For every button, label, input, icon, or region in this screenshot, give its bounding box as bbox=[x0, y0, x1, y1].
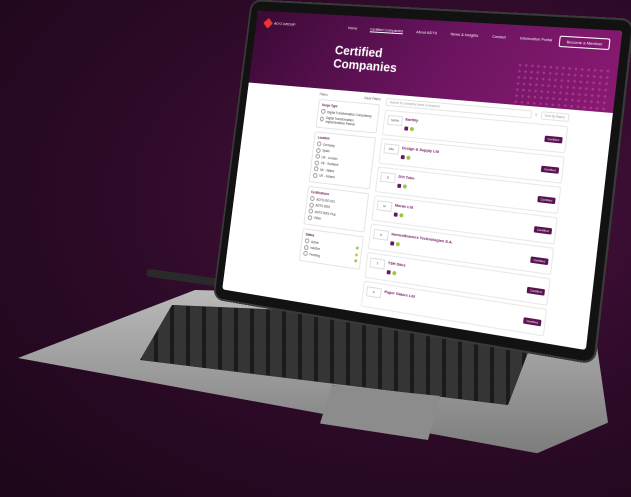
filter-group-status: Status Active Inactive Pending bbox=[298, 228, 364, 270]
cert-icon bbox=[404, 126, 409, 131]
company-logo: DSL bbox=[383, 143, 400, 155]
company-name[interactable]: Paper Galore Ltd bbox=[384, 289, 415, 299]
checkbox[interactable] bbox=[309, 202, 315, 208]
option-label: Pending bbox=[309, 252, 321, 258]
checkbox[interactable] bbox=[307, 214, 313, 220]
nav-home[interactable]: Home bbox=[347, 25, 358, 31]
filter-group-scope: Scope Type Digital Transformation Consul… bbox=[315, 98, 381, 134]
company-name[interactable]: Moran Ltd bbox=[395, 202, 414, 209]
cert-icon bbox=[393, 212, 398, 217]
company-logo: D bbox=[379, 171, 397, 184]
cert-icons bbox=[397, 183, 408, 189]
cert-icon bbox=[400, 155, 405, 160]
company-name[interactable]: DVI Tube bbox=[398, 174, 415, 181]
status-icon bbox=[402, 184, 408, 189]
checkbox[interactable] bbox=[312, 172, 318, 178]
filter-group-certifications: Certifications ADTS ISO 001 ADTS 9001 AD… bbox=[303, 185, 370, 233]
checkbox[interactable] bbox=[303, 250, 309, 257]
checkbox[interactable] bbox=[314, 159, 320, 166]
option-label: Active bbox=[310, 239, 319, 245]
cert-icons bbox=[386, 270, 397, 276]
option-label: UK - Ireland bbox=[319, 173, 335, 180]
certified-badge[interactable]: Certified bbox=[529, 256, 549, 266]
company-list: Search by company name or keyword ⚲ Sort… bbox=[360, 98, 570, 340]
checkbox[interactable] bbox=[320, 108, 326, 114]
cert-icon bbox=[390, 241, 395, 246]
status-dot-icon bbox=[354, 259, 358, 263]
become-member-button[interactable]: Become a Member bbox=[558, 35, 611, 50]
display: AD'O GROUP Home Certified Companies Abou… bbox=[222, 10, 623, 351]
checkbox[interactable] bbox=[313, 166, 319, 172]
status-icon bbox=[406, 155, 411, 160]
status-dot-icon bbox=[354, 252, 359, 257]
company-name[interactable]: Design & Supply Ltd bbox=[402, 145, 440, 154]
checkbox[interactable] bbox=[308, 208, 314, 214]
certified-badge[interactable]: Certified bbox=[540, 165, 560, 174]
company-logo: H bbox=[372, 228, 389, 241]
company-name[interactable]: Earthly bbox=[405, 117, 418, 123]
company-logo: SATIN bbox=[386, 114, 404, 127]
cert-icons bbox=[390, 241, 400, 247]
laptop-mockup: AD'O GROUP Home Certified Companies Abou… bbox=[0, 0, 631, 497]
certified-badge[interactable]: Certified bbox=[544, 135, 563, 144]
clear-filters-link[interactable]: Clear Filters bbox=[364, 96, 381, 101]
cert-icon bbox=[397, 183, 402, 189]
company-logo: M bbox=[376, 200, 393, 213]
status-icon bbox=[392, 270, 397, 276]
status-icon bbox=[399, 213, 404, 218]
option-label: Inactive bbox=[310, 245, 321, 252]
nav-links: Home Certified Companies About ADTS News… bbox=[347, 25, 553, 43]
company-logo: T bbox=[369, 257, 386, 270]
laptop-screen: AD'O GROUP Home Certified Companies Abou… bbox=[214, 1, 631, 363]
checkbox[interactable] bbox=[315, 147, 321, 153]
nav-news[interactable]: News & Insights bbox=[450, 31, 478, 39]
option-label: ADTS 9001 bbox=[315, 203, 331, 210]
option-label: Spain bbox=[322, 148, 330, 154]
option-label: UK - Wales bbox=[319, 167, 335, 173]
logo-text: AD'O GROUP bbox=[273, 20, 296, 27]
option-label: Other bbox=[313, 215, 322, 221]
company-name[interactable]: TSH Sites bbox=[388, 260, 406, 268]
company-logo: P bbox=[365, 286, 382, 299]
main-content: Filters Clear Filters Scope Type Digital… bbox=[294, 92, 570, 343]
page-title: Certified Companies bbox=[332, 42, 398, 76]
nav-information-portal[interactable]: Information Portal bbox=[520, 35, 553, 43]
cert-icon bbox=[386, 270, 391, 275]
option-label: UK - Scotland bbox=[320, 161, 339, 167]
checkbox[interactable] bbox=[304, 238, 310, 244]
checkbox[interactable] bbox=[316, 141, 322, 147]
sort-dropdown[interactable]: Sort by Name bbox=[540, 111, 570, 122]
status-icon bbox=[409, 126, 415, 132]
certified-badge[interactable]: Certified bbox=[537, 195, 556, 205]
nav-about[interactable]: About ADTS bbox=[416, 29, 437, 36]
logo-icon bbox=[263, 18, 273, 29]
dot-pattern bbox=[512, 61, 612, 111]
status-dot-icon bbox=[355, 246, 359, 250]
cert-icons bbox=[400, 155, 411, 160]
certified-badge[interactable]: Certified bbox=[526, 286, 546, 296]
cert-icons bbox=[393, 212, 404, 218]
search-icon[interactable]: ⚲ bbox=[535, 113, 538, 117]
checkbox[interactable] bbox=[309, 195, 315, 202]
site-logo[interactable]: AD'O GROUP bbox=[263, 18, 296, 29]
checkbox[interactable] bbox=[319, 116, 325, 122]
cert-icons bbox=[404, 126, 415, 132]
status-icon bbox=[395, 241, 400, 247]
certified-badge[interactable]: Certified bbox=[533, 226, 553, 235]
nav-certified-companies[interactable]: Certified Companies bbox=[369, 26, 404, 35]
checkbox[interactable] bbox=[315, 153, 321, 159]
checkbox[interactable] bbox=[303, 244, 309, 250]
nav-contact[interactable]: Contact bbox=[492, 34, 506, 41]
filter-group-location: Location Germany Spain UK - London UK - … bbox=[308, 131, 377, 190]
filters-label: Filters bbox=[319, 92, 329, 97]
option-label: UK - London bbox=[321, 154, 338, 161]
certified-badge[interactable]: Certified bbox=[522, 317, 542, 327]
option-label: Germany bbox=[322, 142, 336, 148]
company-name[interactable]: Homesfleaners Technologies S.A. bbox=[391, 231, 453, 244]
